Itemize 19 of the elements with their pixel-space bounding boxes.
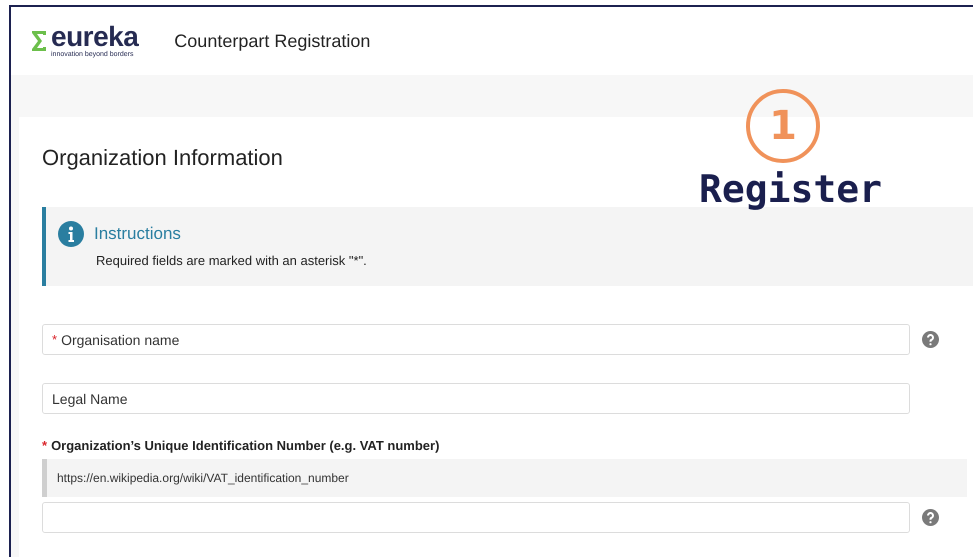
text-field[interactable]: Legal Name (42, 383, 910, 414)
field-label: Organization’s Unique Identification Number (e.g. VAT number) (51, 438, 440, 453)
help-icon[interactable] (922, 509, 939, 526)
page-title: Counterpart Registration (174, 30, 370, 52)
required-mark: * (52, 332, 58, 347)
required-mark: * (42, 438, 48, 453)
step-number: 1 (746, 89, 820, 163)
text-field[interactable]: * Organisation name (42, 324, 910, 355)
step-label: Register (699, 167, 882, 211)
instructions-title: Instructions (94, 224, 181, 244)
info-icon (58, 221, 84, 247)
section-title: Organization Information (42, 145, 284, 171)
logo-mark-icon (31, 30, 47, 52)
field-placeholder: Legal Name (52, 390, 128, 406)
text-field[interactable] (42, 502, 910, 533)
field-hint: https://en.wikipedia.org/wiki/VAT_identification_number (42, 459, 967, 497)
help-icon[interactable] (922, 331, 939, 348)
field-placeholder: Organisation name (61, 332, 180, 348)
instructions-text: Required fields are marked with an asterisk "*". (96, 253, 368, 268)
